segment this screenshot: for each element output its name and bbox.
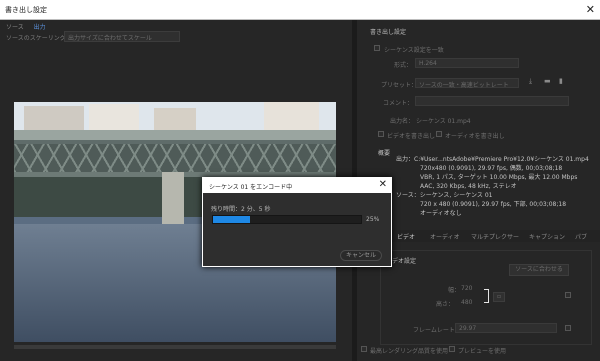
dialog-titlebar: シーケンス 01 をエンコード中 ✕ [203,178,391,193]
summary-source-line: オーディオなし [420,210,462,217]
framerate-select[interactable]: 29.97 [455,323,557,333]
export-audio-checkbox[interactable] [436,131,442,137]
encoding-dialog: シーケンス 01 をエンコード中 ✕ 残り時間：2 分、5 秒 25% キャンセ… [202,177,392,267]
dialog-close-icon[interactable]: ✕ [379,179,387,190]
settings-tabs: ビデオ オーディオ マルチプレクサー キャプション パブ [357,230,600,242]
window-title: 書き出し設定 [5,6,47,14]
height-label: 高さ： [436,301,455,308]
tab-publish[interactable]: パブ [575,232,587,241]
output-name-label: 出力名： [390,118,415,125]
width-value[interactable]: 720 [461,285,472,292]
width-label: 幅： [448,287,461,294]
scaling-label: ソースのスケーリング： [6,35,72,42]
summary-source-line: シーケンス, シーケンス 01 [419,192,493,199]
summary-source-label: ソース： [396,192,420,199]
match-source-button[interactable]: ソースに合わせる [509,264,569,276]
aspect-lock-icon[interactable]: ▫ [493,292,505,302]
max-render-checkbox[interactable] [361,346,367,352]
match-sequence-label: シーケンス設定を一致 [384,47,444,54]
preview-timeline[interactable] [14,345,336,349]
export-video-checkbox[interactable] [378,131,384,137]
summary-title: 概要 [378,150,391,157]
use-preview-checkbox[interactable] [449,346,455,352]
progress-fill [213,216,250,223]
format-select[interactable]: H.264 [415,58,519,68]
summary-output-line: VBR, 1 パス, ターゲット 10.00 Mbps, 最大 12.00 Mb… [420,174,578,181]
dialog-title: シーケンス 01 をエンコード中 [209,184,293,191]
tab-audio[interactable]: オーディオ [430,232,460,241]
summary-output-line: 720x480 (0.9091), 29.97 fps, 偶数, 00;03;0… [420,165,563,172]
close-icon[interactable]: ✕ [586,3,595,16]
summary-output-line: C:¥User...ntsAdobe¥Premiere Pro¥12.0¥シーケ… [414,156,589,163]
scaling-select[interactable]: 出力サイズに合わせてスケール [64,31,180,42]
window-titlebar: 書き出し設定 ✕ [0,0,600,20]
import-preset-icon[interactable]: ▬ [544,77,551,85]
tab-output[interactable]: 出力 [34,24,46,31]
preset-label: プリセット： [381,82,418,89]
comment-label: コメント： [383,100,414,107]
width-height-checkbox[interactable] [565,292,571,298]
summary-output-line: AAC, 320 Kbps, 48 kHz, ステレオ [420,183,517,190]
summary-source-line: 720 x 480 (0.9091), 29.97 fps, 下部, 00;03… [420,201,567,208]
summary-output-label: 出力： [396,156,415,163]
use-preview-label: プレビューを使用 [458,348,507,355]
progress-percent: 25% [366,216,380,223]
tab-multiplexer[interactable]: マルチプレクサー [471,232,519,241]
export-video-label: ビデオを書き出し [387,133,436,140]
framerate-checkbox[interactable] [565,325,571,331]
left-tabs: ソース 出力 [6,22,54,32]
tab-source[interactable]: ソース [6,24,24,31]
delete-preset-icon[interactable]: ▮ [559,77,563,85]
output-name-link[interactable]: シーケンス 01.mp4 [416,116,471,125]
height-value[interactable]: 480 [461,299,472,306]
match-sequence-checkbox[interactable] [374,45,380,51]
aspect-link-bracket [484,289,489,303]
framerate-label: フレームレート： [413,327,461,334]
comment-field[interactable] [415,96,569,106]
tab-video[interactable]: ビデオ [397,232,415,241]
format-label: 形式： [394,62,413,69]
time-remaining: 残り時間：2 分、5 秒 [211,206,271,213]
save-preset-icon[interactable]: ⤓ [529,77,532,86]
summary-block: 出力：C:¥User...ntsAdobe¥Premiere Pro¥12.0¥… [396,155,589,218]
preset-select[interactable]: ソースの一致・高速ビットレート [415,78,519,89]
cancel-button[interactable]: キャンセル [340,250,382,261]
max-render-label: 最高レンダリング品質を使用 [370,348,449,355]
export-settings-title: 書き出し設定 [370,29,407,36]
tab-captions[interactable]: キャプション [529,232,565,241]
progress-bar [212,215,362,224]
export-audio-label: オーディオを書き出し [445,133,505,140]
